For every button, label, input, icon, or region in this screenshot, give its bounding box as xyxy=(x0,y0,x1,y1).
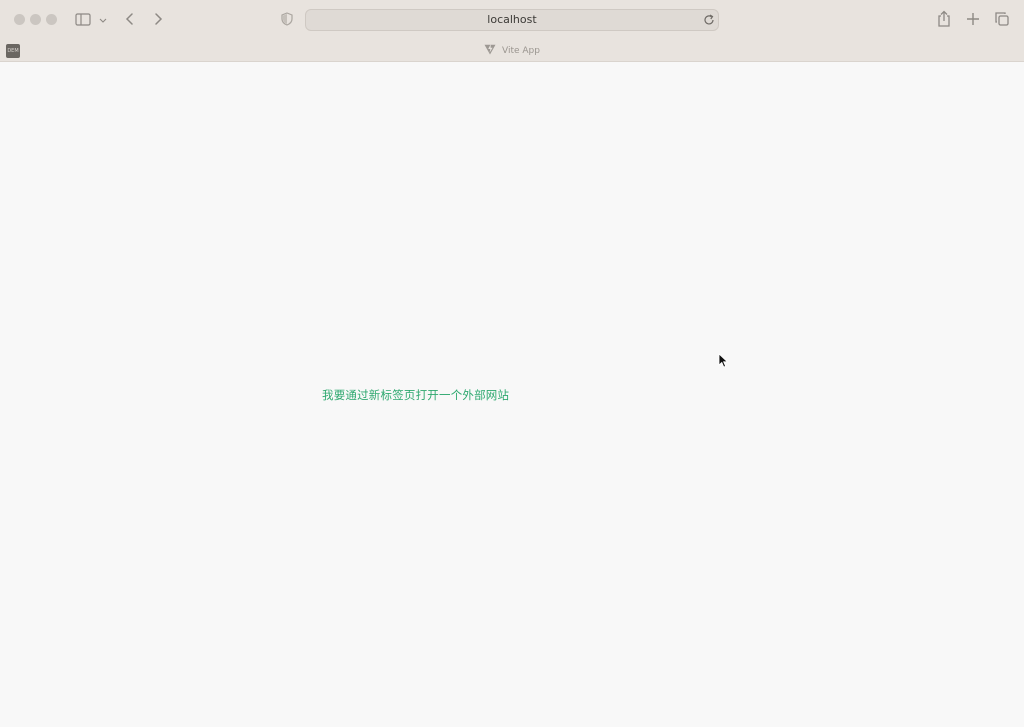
minimize-window-button[interactable] xyxy=(30,14,41,25)
reload-icon xyxy=(704,14,714,25)
mouse-cursor-icon xyxy=(718,353,729,368)
browser-window: localhost DEM Vite App 我要通过新标签页打开一个外部网站 xyxy=(0,0,1024,727)
forward-button[interactable] xyxy=(150,11,166,27)
tabs-icon xyxy=(995,12,1009,26)
back-button[interactable] xyxy=(122,11,138,27)
browser-toolbar: localhost xyxy=(0,0,1024,40)
address-bar[interactable]: localhost xyxy=(305,9,719,31)
open-external-site-link[interactable]: 我要通过新标签页打开一个外部网站 xyxy=(322,387,509,403)
page-content xyxy=(0,62,1024,727)
active-tab[interactable]: Vite App xyxy=(0,44,1024,56)
chevron-left-icon xyxy=(125,13,133,25)
vite-logo-icon xyxy=(484,44,496,55)
tab-title: Vite App xyxy=(502,46,540,56)
plus-icon xyxy=(967,13,979,25)
address-bar-url: localhost xyxy=(487,13,537,26)
sidebar-toggle-button[interactable] xyxy=(74,12,108,28)
chevron-right-icon xyxy=(155,13,163,25)
privacy-report-button[interactable] xyxy=(280,11,294,27)
zoom-window-button[interactable] xyxy=(46,14,57,25)
share-button[interactable] xyxy=(936,10,952,28)
reload-button[interactable] xyxy=(702,13,716,27)
share-icon xyxy=(938,10,950,27)
sidebar-icon xyxy=(75,13,107,26)
shield-icon xyxy=(281,12,293,26)
close-window-button[interactable] xyxy=(14,14,25,25)
new-tab-button[interactable] xyxy=(965,11,981,27)
tab-overview-button[interactable] xyxy=(994,11,1010,27)
